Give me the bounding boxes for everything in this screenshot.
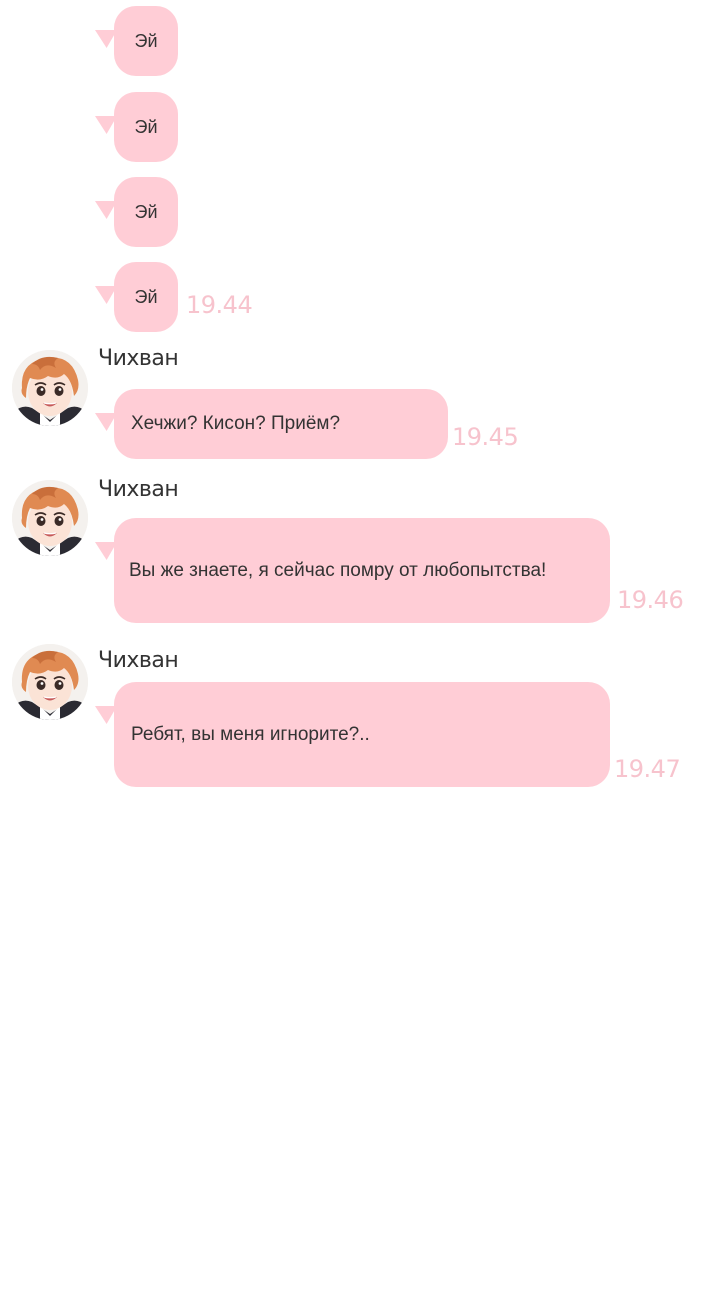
message-bubble[interactable]: Эй [84, 262, 178, 332]
bubble-tail [84, 116, 117, 134]
message-text: Эй [134, 201, 158, 222]
anime-boy-avatar-icon[interactable] [12, 350, 88, 426]
anime-boy-avatar-icon[interactable] [12, 480, 88, 556]
message-timestamp: 19.46 [617, 586, 684, 614]
message-bubble[interactable]: Эй [84, 177, 178, 247]
message-text: Эй [134, 30, 158, 51]
bubble-tail [84, 30, 117, 48]
message-timestamp: 19.45 [452, 423, 519, 451]
message-bubble[interactable]: Хечжи? Кисон? Приём? [84, 389, 448, 459]
message-bubble[interactable]: Эй [84, 6, 178, 76]
bubble-tail [84, 286, 117, 304]
message-text: Вы же знаете, я сейчас помру от любопытс… [129, 559, 547, 581]
anime-boy-avatar-icon[interactable] [12, 644, 88, 720]
sender-name: Чихван [98, 477, 179, 502]
message-text: Эй [134, 286, 158, 307]
sender-name: Чихван [98, 648, 179, 673]
message-bubble[interactable]: Вы же знаете, я сейчас помру от любопытс… [84, 518, 610, 623]
chat-thread: Эй Эй Эй Эй 19.44 Чихван Хечжи? Кисон? П [0, 0, 720, 1302]
message-timestamp: 19.44 [186, 291, 253, 319]
message-text: Ребят, вы меня игнорите?.. [131, 723, 370, 745]
message-bubble[interactable]: Эй [84, 92, 178, 162]
bubble-tail [84, 201, 117, 219]
bubble-tail [84, 706, 117, 724]
sender-name: Чихван [98, 346, 179, 371]
bubble-tail [84, 413, 117, 431]
message-timestamp: 19.47 [614, 755, 681, 783]
message-bubble[interactable]: Ребят, вы меня игнорите?.. [84, 682, 610, 787]
bubble-tail [84, 542, 117, 560]
message-text: Эй [134, 116, 158, 137]
message-text: Хечжи? Кисон? Приём? [131, 413, 341, 434]
